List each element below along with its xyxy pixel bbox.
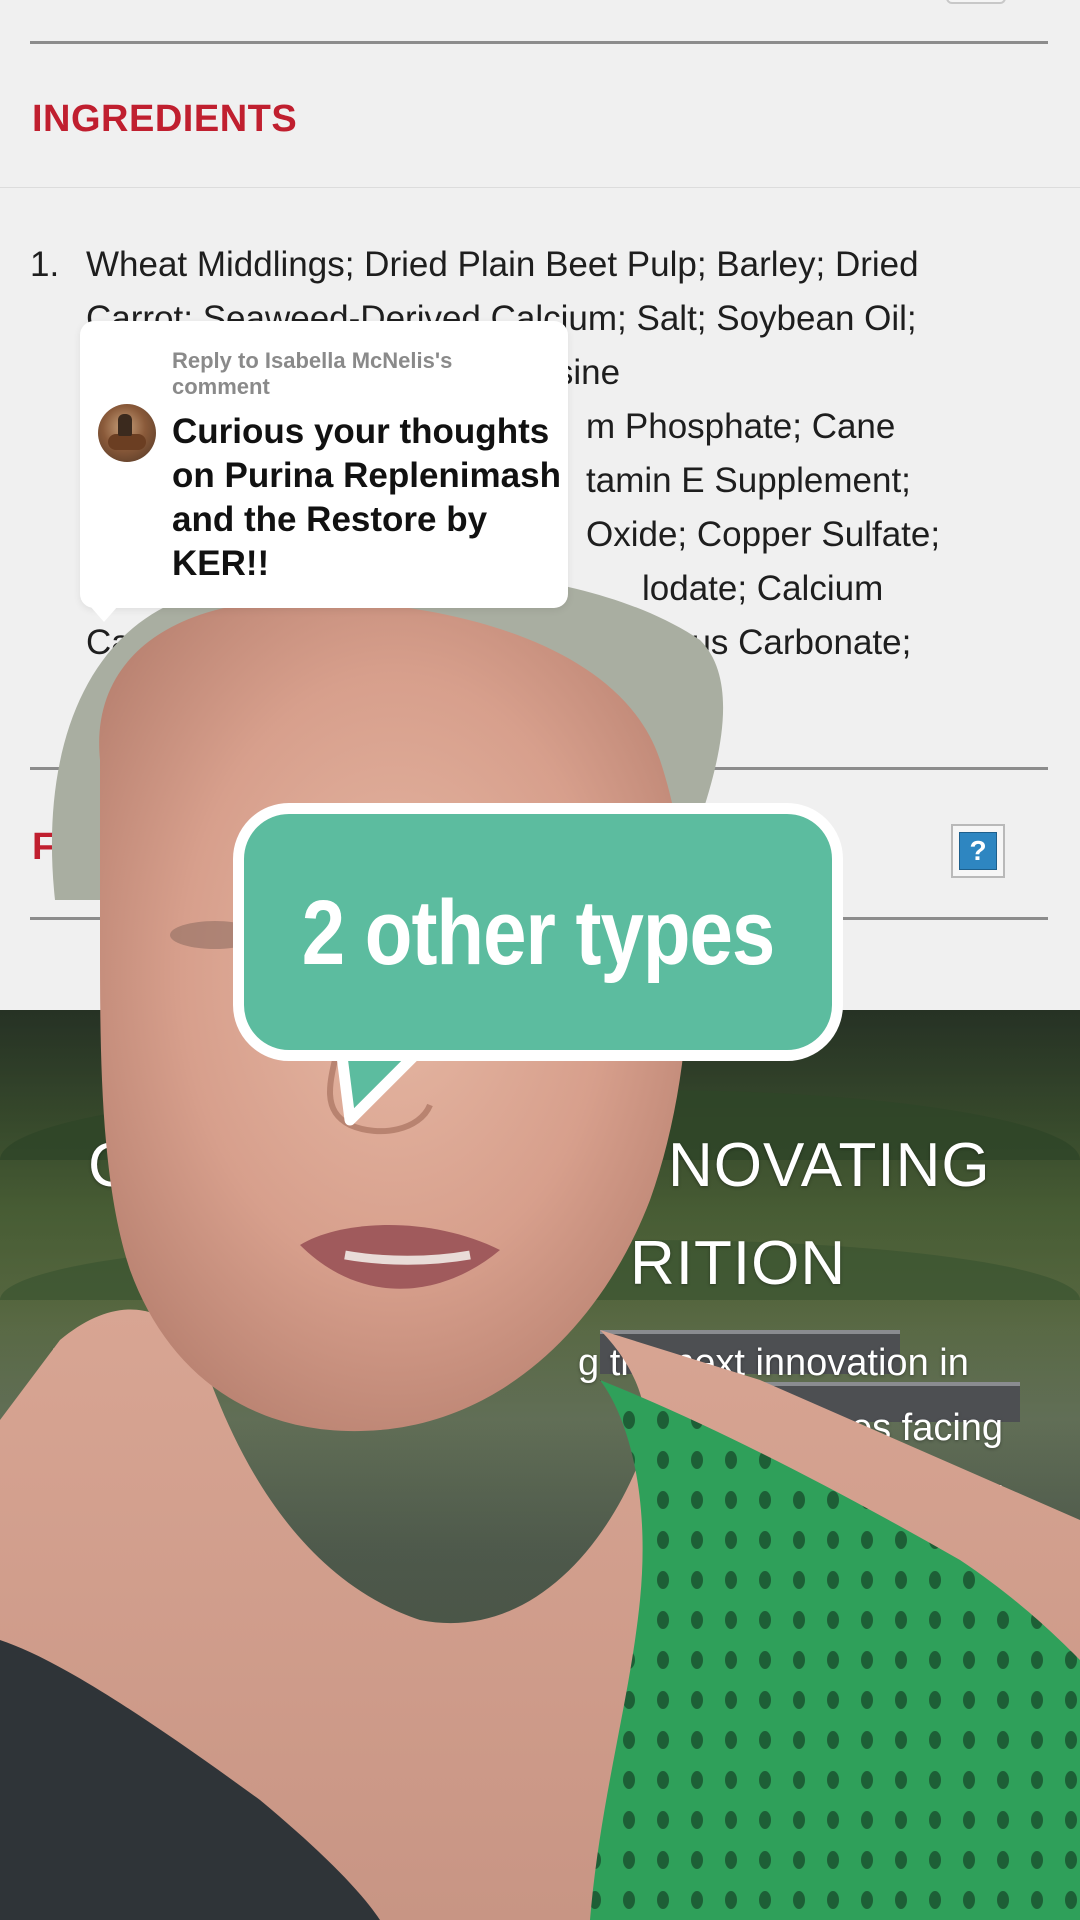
divider [0,187,1080,188]
rider-icon [118,414,132,436]
ingredient-fragment: Ca [86,623,131,662]
avatar [98,404,156,462]
tree-line [0,1240,1080,1300]
caption-text: 2 other types [301,879,775,984]
ingredients-heading: INGREDIENTS [32,98,298,140]
divider [30,767,1048,770]
horse-icon [108,434,146,450]
reply-comment-card[interactable]: Reply to Isabella McNelis's comment Curi… [80,321,568,622]
page-tab-edge [946,0,1006,4]
banner-heading-fragment: RITION [630,1229,847,1298]
divider [30,41,1048,44]
banner-body-fragment: g the next innovation in [578,1342,969,1384]
help-button[interactable]: ? [951,824,1005,878]
banner-body-fragment: Purin [50,1342,139,1384]
caption-bubble: 2 other types [233,803,843,1061]
ingredient-line: Wheat Middlings; Dried Plain Beet Pulp; … [86,245,919,284]
section-heading-partial: FI [32,826,67,868]
question-mark-icon: ? [959,832,997,870]
ingredient-line: Ca ous Carbonate; [86,616,1036,670]
farm-banner: C NOVATING RITION Purin g the next innov… [0,1010,1080,1920]
banner-body-fragment: raising [892,1472,1004,1514]
video-frame: INGREDIENTS 1. Wheat Middlings; Dried Pl… [0,0,1080,1920]
list-item-number: 1. [30,245,60,284]
ingredient-line: M [86,677,116,716]
banner-heading-fragment: C [88,1131,134,1200]
reply-meta: Reply to Isabella McNelis's comment [172,348,453,399]
banner-heading-fragment: NOVATING [668,1131,991,1200]
banner-body-fragment: ant issues facing [720,1407,1004,1449]
ingredient-fragment: ous Carbonate; [672,623,912,662]
reply-comment-text: Curious your thoughts on Purina Replenim… [172,412,561,583]
